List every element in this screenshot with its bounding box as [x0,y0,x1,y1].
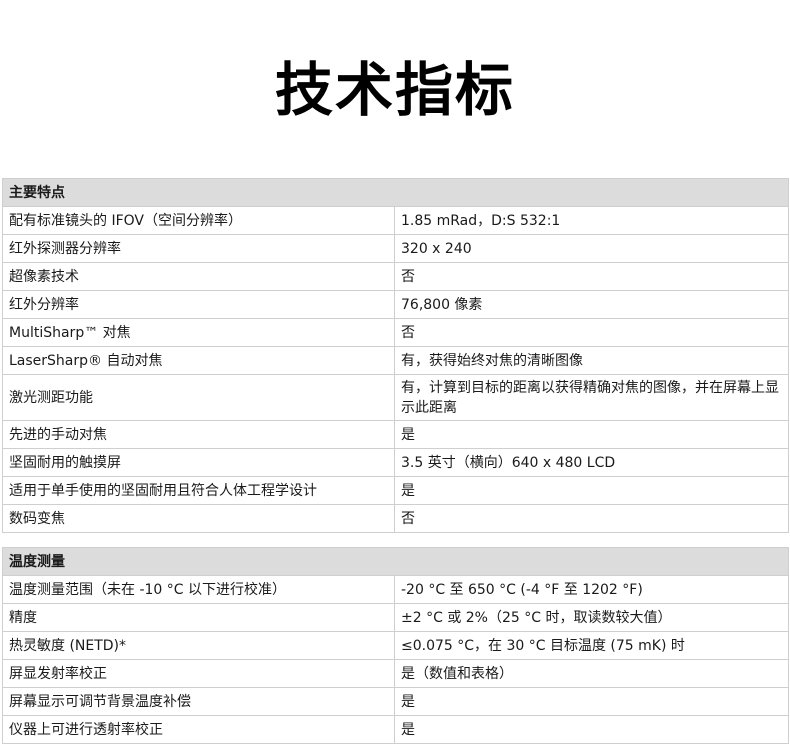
table-row: 坚固耐用的触摸屏 3.5 英寸（横向）640 x 480 LCD [2,448,789,477]
page-title: 技术指标 [274,56,515,124]
spec-value: 76,800 像素 [394,290,789,319]
spec-label: 超像素技术 [2,262,395,291]
spec-label: 坚固耐用的触摸屏 [2,448,395,477]
spec-value: 是 [394,476,789,505]
table-row: 红外探测器分辨率 320 x 240 [2,234,789,263]
spec-value: 否 [394,318,789,347]
spec-value: 是（数值和表格） [394,659,789,688]
table-row: 温度测量范围（未在 -10 °C 以下进行校准） -20 °C 至 650 °C… [2,575,789,604]
spacer-cell [2,532,789,548]
table-row: 适用于单手使用的坚固耐用且符合人体工程学设计 是 [2,476,789,505]
spec-label: MultiSharp™ 对焦 [2,318,395,347]
spec-label: 热灵敏度 (NETD)* [2,631,395,660]
spec-label: 屏显发射率校正 [2,659,395,688]
section-header-main-features: 主要特点 [2,178,789,207]
spec-label: LaserSharp® 自动对焦 [2,346,395,375]
spec-label: 先进的手动对焦 [2,420,395,449]
table-row: 热灵敏度 (NETD)* ≤0.075 °C，在 30 °C 目标温度 (75 … [2,631,789,660]
spec-label: 红外探测器分辨率 [2,234,395,263]
spec-label: 屏幕显示可调节背景温度补偿 [2,687,395,716]
spec-label: 激光测距功能 [2,374,395,421]
spec-value: 否 [394,262,789,291]
table-row: 激光测距功能 有，计算到目标的距离以获得精确对焦的图像，并在屏幕上显示此距离 [2,374,789,421]
spec-value: 否 [394,504,789,533]
spec-label: 适用于单手使用的坚固耐用且符合人体工程学设计 [2,476,395,505]
spec-label: 温度测量范围（未在 -10 °C 以下进行校准） [2,575,395,604]
spec-label: 仪器上可进行透射率校正 [2,715,395,744]
table-row: 屏幕显示可调节背景温度补偿 是 [2,687,789,716]
spec-table: 主要特点 配有标准镜头的 IFOV（空间分辨率） 1.85 mRad，D:S 5… [2,178,789,744]
spec-value: 320 x 240 [394,234,789,263]
table-row: 先进的手动对焦 是 [2,420,789,449]
section-heading: 温度测量 [2,547,789,576]
spec-label: 配有标准镜头的 IFOV（空间分辨率） [2,206,395,235]
table-row: 数码变焦 否 [2,504,789,533]
section-heading: 主要特点 [2,178,789,207]
table-row: 屏显发射率校正 是（数值和表格） [2,659,789,688]
section-spacer [2,532,789,548]
spec-value: ≤0.075 °C，在 30 °C 目标温度 (75 mK) 时 [394,631,789,660]
spec-value: 是 [394,420,789,449]
section-header-temperature: 温度测量 [2,547,789,576]
spec-value: 是 [394,687,789,716]
spec-value: 有，计算到目标的距离以获得精确对焦的图像，并在屏幕上显示此距离 [394,374,789,421]
spec-label: 精度 [2,603,395,632]
table-row: 配有标准镜头的 IFOV（空间分辨率） 1.85 mRad，D:S 532:1 [2,206,789,235]
spec-label: 数码变焦 [2,504,395,533]
spec-value: ±2 °C 或 2%（25 °C 时，取读数较大值） [394,603,789,632]
spec-value: 3.5 英寸（横向）640 x 480 LCD [394,448,789,477]
spec-value: 1.85 mRad，D:S 532:1 [394,206,789,235]
table-row: 仪器上可进行透射率校正 是 [2,715,789,744]
table-row: LaserSharp® 自动对焦 有，获得始终对焦的清晰图像 [2,346,789,375]
table-row: 红外分辨率 76,800 像素 [2,290,789,319]
spec-label: 红外分辨率 [2,290,395,319]
table-row: 精度 ±2 °C 或 2%（25 °C 时，取读数较大值） [2,603,789,632]
spec-value: 有，获得始终对焦的清晰图像 [394,346,789,375]
spec-value: -20 °C 至 650 °C (-4 °F 至 1202 °F) [394,575,789,604]
table-row: MultiSharp™ 对焦 否 [2,318,789,347]
spec-value: 是 [394,715,789,744]
table-row: 超像素技术 否 [2,262,789,291]
